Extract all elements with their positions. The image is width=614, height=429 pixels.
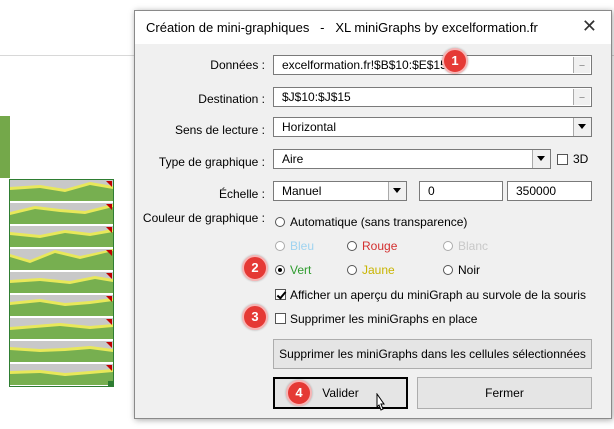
echelle-max: 350000 (516, 184, 557, 198)
noir-label: Noir (458, 263, 481, 277)
destination-label: Destination : (198, 92, 265, 106)
dialog-title: Création de mini-graphiques - XL miniGra… (146, 20, 538, 35)
minigraph-area (10, 272, 113, 293)
destination-input[interactable]: $J$10:$J$15 _ (273, 87, 592, 107)
comment-marker-icon (106, 296, 112, 302)
automatique-label: Automatique (sans transparence) (290, 215, 468, 229)
comment-marker-icon (106, 204, 112, 210)
comment-marker-icon (106, 319, 112, 325)
comment-marker-icon (106, 181, 112, 187)
donnees-value: excelformation.fr!$B$10:$E$15 (282, 58, 447, 72)
title-bar: Création de mini-graphiques - XL miniGra… (135, 11, 611, 44)
jaune-label: Jaune (362, 263, 395, 277)
type-select[interactable]: Aire (273, 149, 551, 169)
sens-select[interactable]: Horizontal (273, 117, 592, 137)
comment-marker-icon (106, 250, 112, 256)
minigraph-cells[interactable] (9, 179, 114, 387)
comment-marker-icon (106, 227, 112, 233)
minigraph-row (10, 295, 113, 316)
chevron-down-icon[interactable] (532, 150, 550, 168)
minigraph-row (10, 249, 113, 270)
minigraph-row (10, 226, 113, 247)
vert-label: Vert (290, 263, 312, 277)
minigraph-area (10, 295, 113, 316)
bleu-label: Bleu (290, 239, 315, 253)
step-badge-1: 1 (442, 48, 468, 74)
chevron-down-icon[interactable] (573, 118, 591, 136)
echelle-label: Échelle : (218, 187, 265, 201)
supprimer-selection-button[interactable]: Supprimer les miniGraphs dans les cellul… (273, 339, 592, 369)
minigraph-area (10, 226, 113, 247)
sens-label: Sens de lecture : (174, 123, 265, 137)
radio-bleu[interactable] (275, 241, 285, 251)
echelle-mode: Manuel (282, 184, 322, 198)
radio-blanc[interactable] (443, 241, 453, 251)
minigraph-area (10, 180, 113, 201)
destination-value: $J$10:$J$15 (282, 90, 351, 104)
radio-noir[interactable] (443, 265, 453, 275)
echelle-min-input[interactable]: 0 (419, 181, 503, 201)
mouse-pointer-icon (376, 393, 385, 411)
fermer-button[interactable]: Fermer (417, 377, 592, 409)
echelle-max-input[interactable]: 350000 (507, 181, 592, 201)
echelle-min: 0 (428, 184, 435, 198)
couleur-label: Couleur de graphique : (142, 211, 265, 225)
3d-label: 3D (573, 152, 589, 166)
minigraph-area (10, 364, 113, 385)
apercu-checkbox[interactable] (275, 289, 286, 300)
minigraph-row (10, 180, 113, 201)
comment-marker-icon (106, 365, 112, 371)
close-icon[interactable]: ✕ (582, 16, 597, 37)
donnees-ref-button[interactable]: _ (573, 57, 590, 73)
type-value: Aire (282, 152, 304, 166)
comment-marker-icon (106, 273, 112, 279)
minigraph-dialog: Création de mini-graphiques - XL miniGra… (134, 10, 612, 419)
minigraph-area (10, 318, 113, 339)
apercu-label: Afficher un aperçu du miniGraph au survo… (290, 288, 586, 302)
selection-fill-handle[interactable] (108, 381, 113, 386)
supprimer-label: Supprimer les miniGraphs en place (290, 312, 478, 326)
radio-automatique[interactable] (275, 217, 285, 227)
step-badge-3: 3 (242, 304, 268, 330)
minigraph-row (10, 203, 113, 224)
minigraph-area (10, 341, 113, 362)
donnees-label: Données : (210, 58, 265, 72)
destination-ref-button[interactable]: _ (573, 89, 590, 105)
rouge-label: Rouge (362, 239, 398, 253)
donnees-input[interactable]: excelformation.fr!$B$10:$E$15 _ (273, 55, 592, 75)
step-badge-2: 2 (242, 255, 268, 281)
radio-vert[interactable] (275, 265, 285, 275)
comment-marker-icon (106, 342, 112, 348)
minigraph-area (10, 203, 113, 224)
supprimer-checkbox[interactable] (275, 313, 286, 324)
3d-checkbox[interactable] (557, 154, 568, 165)
echelle-select[interactable]: Manuel (273, 181, 407, 201)
minigraph-row (10, 364, 113, 385)
chevron-down-icon[interactable] (388, 182, 406, 200)
cell-highlight (0, 116, 10, 178)
minigraph-row (10, 341, 113, 362)
minigraph-row (10, 272, 113, 293)
sens-value: Horizontal (282, 120, 337, 134)
blanc-label: Blanc (458, 239, 489, 253)
step-badge-4: 4 (286, 380, 312, 406)
radio-jaune[interactable] (347, 265, 357, 275)
radio-rouge[interactable] (347, 241, 357, 251)
minigraph-row (10, 318, 113, 339)
minigraph-area (10, 249, 113, 270)
type-label: Type de graphique : (158, 155, 265, 169)
